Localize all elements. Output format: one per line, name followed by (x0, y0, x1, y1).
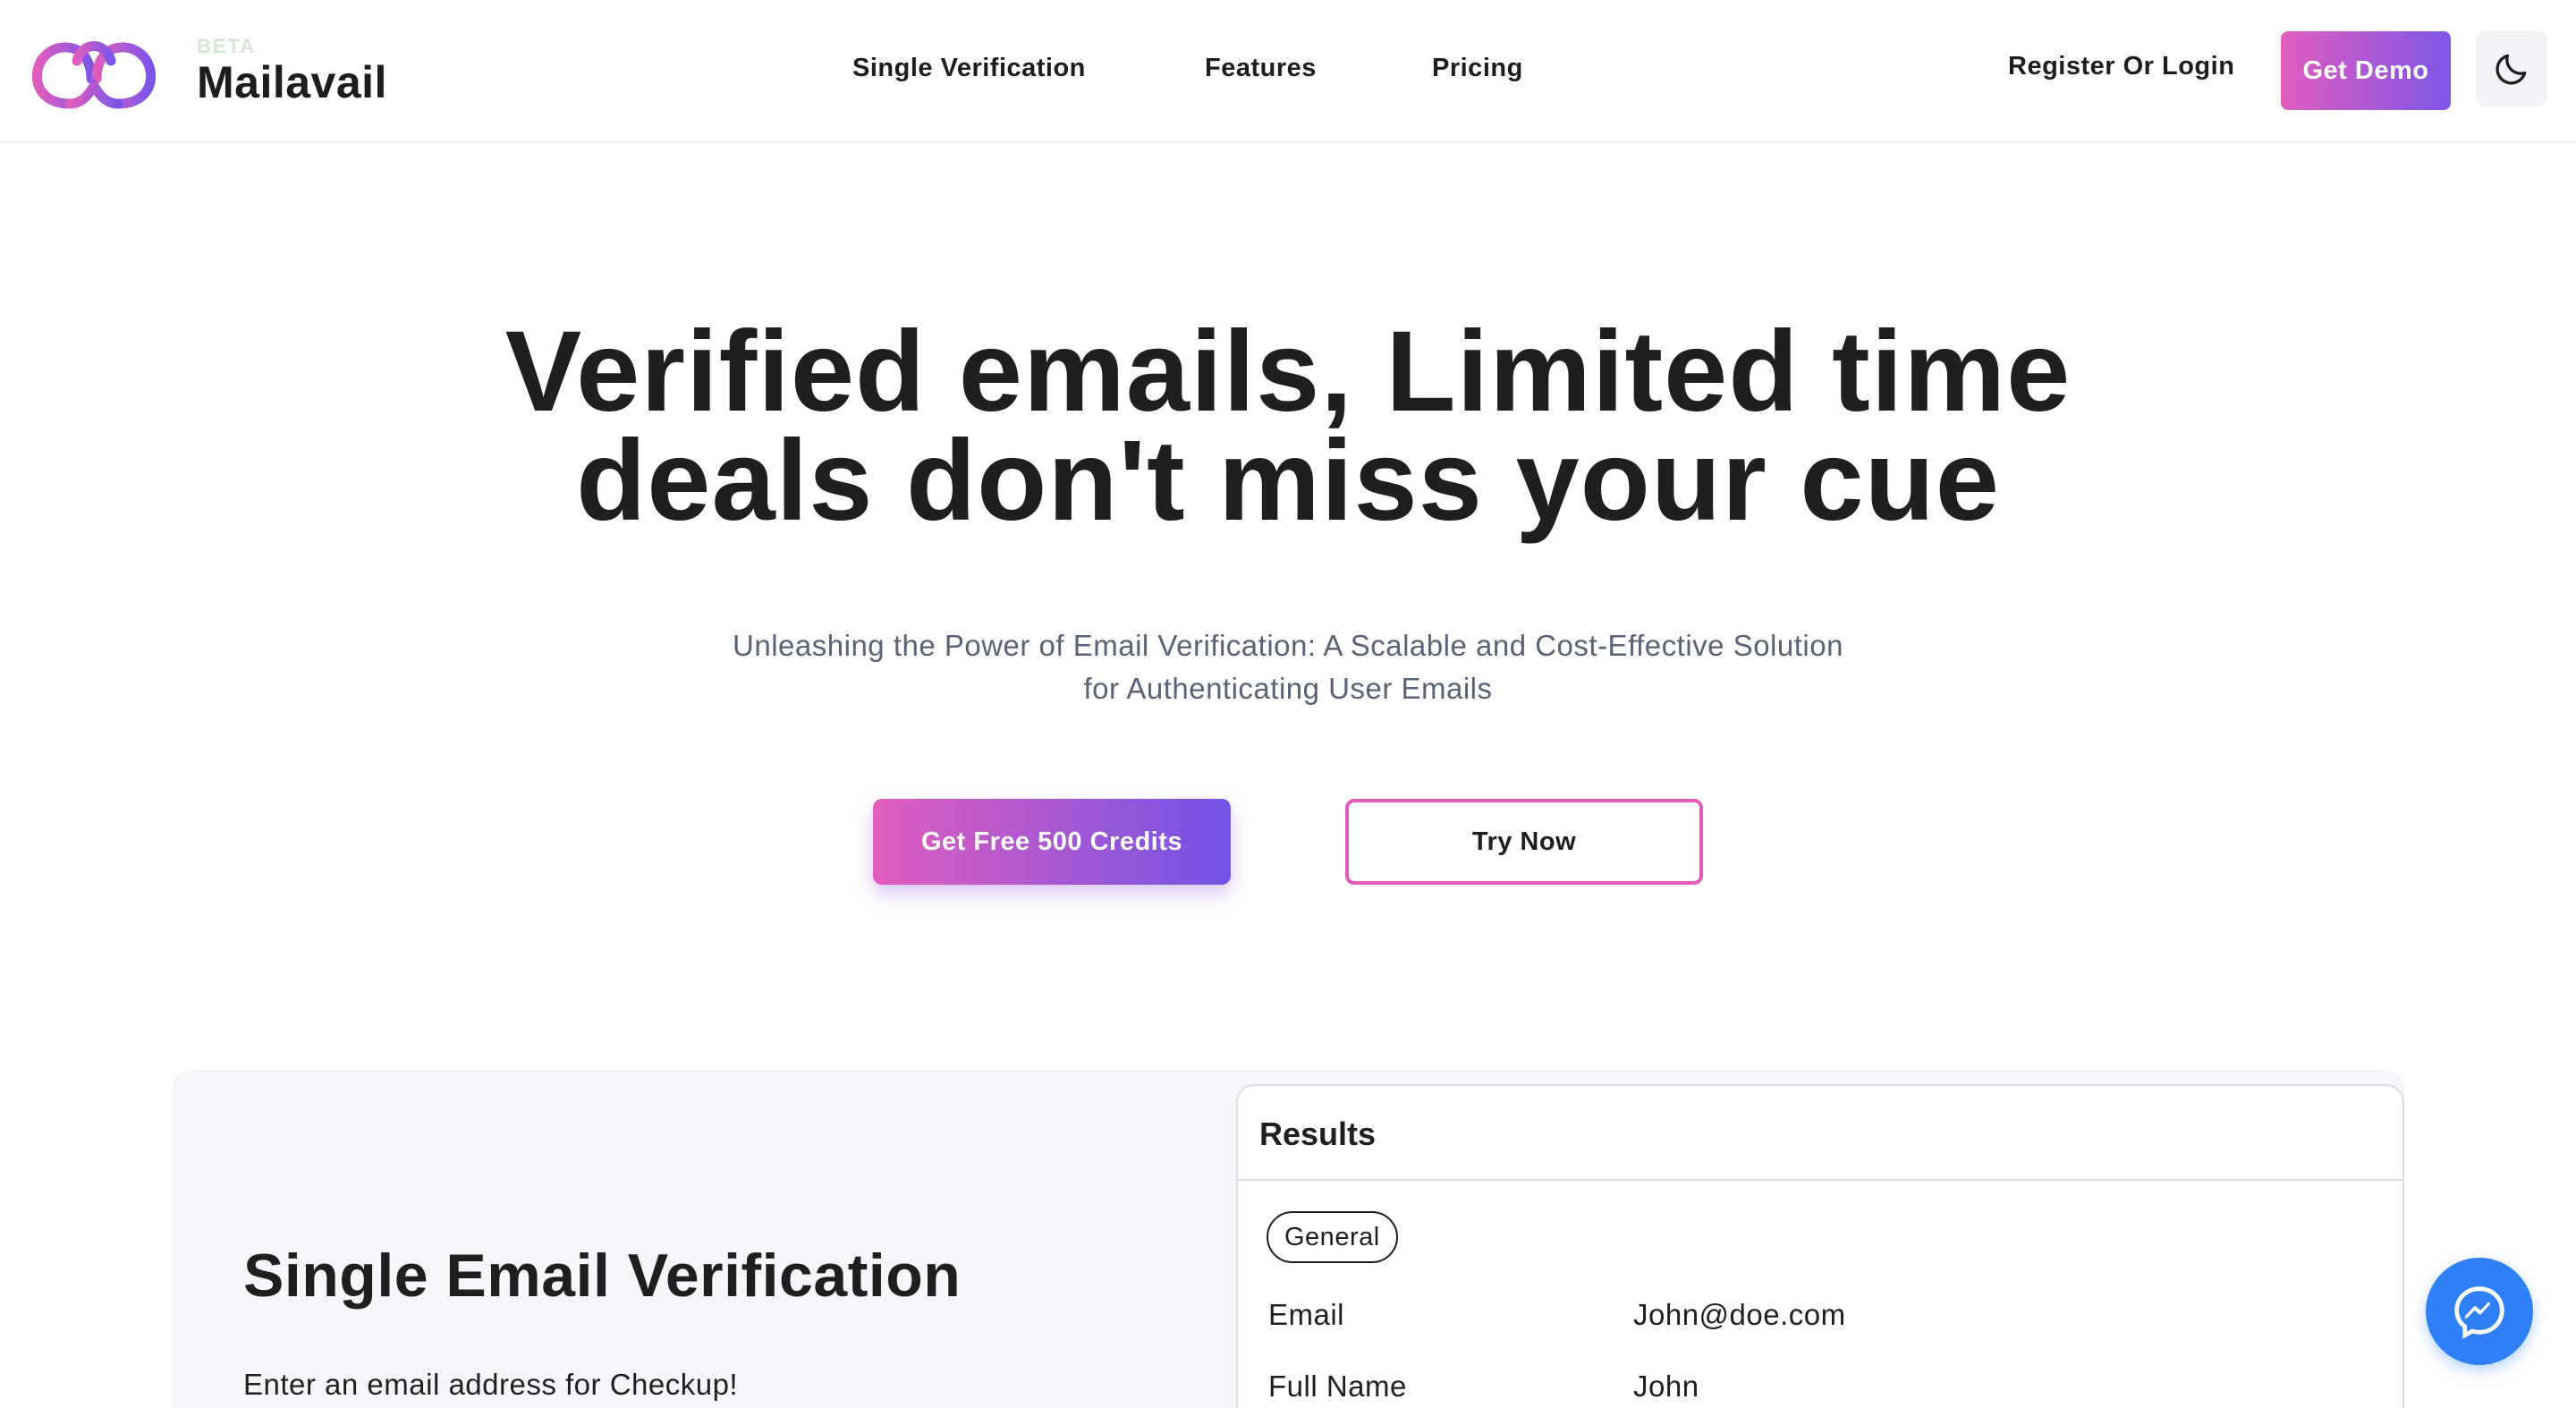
nav-single-verification[interactable]: Single Verification (852, 52, 1086, 84)
result-value-full-name: John (1633, 1370, 1699, 1403)
hero-subtitle-line-1: Unleashing the Power of Email Verificati… (733, 629, 1843, 662)
result-label-full-name: Full Name (1268, 1370, 1407, 1403)
results-header: Results (1238, 1086, 2402, 1181)
brand[interactable]: BETA Mailavail (197, 35, 387, 108)
messenger-chat-button[interactable] (2426, 1258, 2533, 1365)
top-navigation-bar: BETA Mailavail Single Verification Featu… (0, 0, 2576, 143)
hero-title-line-2: deals don't miss your cue (576, 417, 2000, 545)
result-label-email: Email (1268, 1298, 1345, 1331)
get-demo-button[interactable]: Get Demo (2281, 31, 2451, 110)
results-card: Results General Email John@doe.com Full … (1236, 1084, 2404, 1408)
hero-subtitle: Unleashing the Power of Email Verificati… (662, 624, 1914, 710)
section-description: Enter an email address for Checkup! (243, 1368, 739, 1401)
messenger-icon (2454, 1286, 2504, 1339)
nav-features[interactable]: Features (1205, 52, 1317, 84)
beta-badge: BETA (197, 35, 257, 57)
results-title: Results (1259, 1115, 1377, 1152)
theme-toggle-button[interactable] (2476, 31, 2547, 106)
tab-general[interactable]: General (1267, 1211, 1398, 1263)
mailavail-logo-icon[interactable] (27, 29, 161, 113)
result-value-email: John@doe.com (1633, 1298, 1846, 1331)
section-title: Single Email Verification (243, 1242, 962, 1310)
hero-title: Verified emails, Limited time deals don'… (0, 315, 2576, 539)
get-free-credits-button[interactable]: Get Free 500 Credits (873, 799, 1231, 885)
try-now-button[interactable]: Try Now (1345, 799, 1703, 885)
brand-name[interactable]: Mailavail (197, 57, 387, 107)
hero-subtitle-line-2: for Authenticating User Emails (1083, 672, 1493, 705)
register-or-login-link[interactable]: Register Or Login (2008, 50, 2234, 82)
moon-icon (2496, 54, 2527, 85)
nav-pricing[interactable]: Pricing (1432, 52, 1523, 84)
